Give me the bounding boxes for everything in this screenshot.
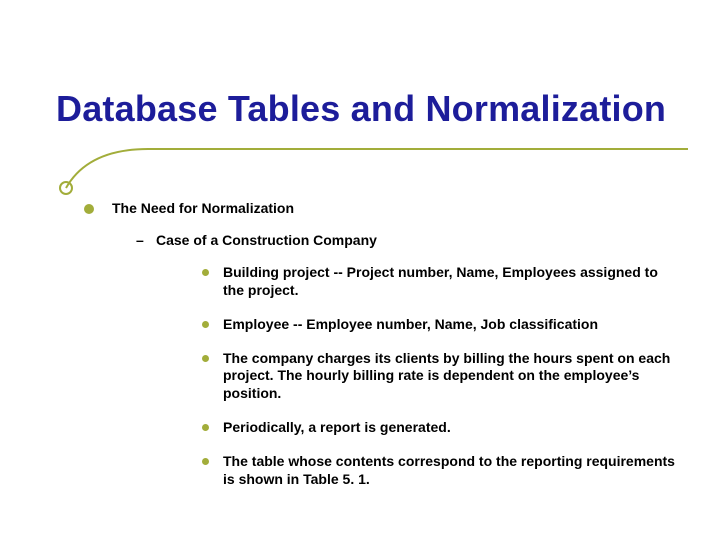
content-area: The Need for Normalization – Case of a C… [84, 200, 680, 505]
bullet-level2: – Case of a Construction Company [136, 232, 680, 250]
bullet-dot-small-icon [202, 321, 209, 328]
level3-list: Building project -- Project number, Name… [202, 264, 680, 489]
swoosh-decoration [58, 148, 148, 196]
level3-text: Periodically, a report is generated. [223, 419, 451, 437]
bullet-level1: The Need for Normalization [84, 200, 680, 218]
level3-text: The company charges its clients by billi… [223, 350, 680, 404]
bullet-dot-icon [84, 204, 94, 214]
bullet-level3: The table whose contents correspond to t… [202, 453, 680, 489]
bullet-dot-small-icon [202, 355, 209, 362]
bullet-dot-small-icon [202, 269, 209, 276]
level2-text: Case of a Construction Company [156, 232, 377, 250]
level1-text: The Need for Normalization [112, 200, 294, 218]
bullet-level3: Employee -- Employee number, Name, Job c… [202, 316, 680, 334]
bullet-dot-small-icon [202, 424, 209, 431]
title-underline [148, 148, 688, 150]
bullet-dot-small-icon [202, 458, 209, 465]
bullet-level3: Building project -- Project number, Name… [202, 264, 680, 300]
dash-icon: – [136, 232, 146, 250]
level3-text: The table whose contents correspond to t… [223, 453, 680, 489]
level3-text: Employee -- Employee number, Name, Job c… [223, 316, 598, 334]
slide-title: Database Tables and Normalization [56, 88, 666, 130]
bullet-level3: The company charges its clients by billi… [202, 350, 680, 404]
level3-text: Building project -- Project number, Name… [223, 264, 680, 300]
bullet-level3: Periodically, a report is generated. [202, 419, 680, 437]
